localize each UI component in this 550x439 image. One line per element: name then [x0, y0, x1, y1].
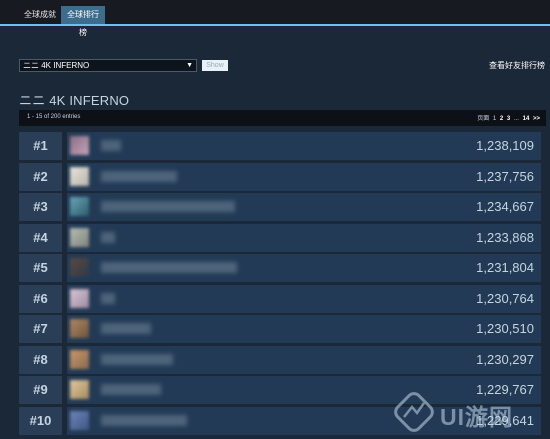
- rank-cell: #10: [19, 406, 62, 435]
- player-name-redacted[interactable]: [101, 353, 173, 365]
- rank-cell: #5: [19, 254, 62, 282]
- player-name-redacted[interactable]: [101, 292, 115, 304]
- watermark: UI游网: [392, 387, 542, 437]
- score: 1,237,756: [476, 168, 534, 184]
- player-name-redacted[interactable]: [101, 201, 235, 212]
- view-friends-leaderboard-link[interactable]: 查看好友排行榜: [489, 60, 545, 71]
- rank-cell: #4: [19, 223, 62, 252]
- chevron-down-icon: ▼: [186, 62, 193, 69]
- player-name-redacted[interactable]: [101, 384, 161, 395]
- rank-cell: #3: [19, 193, 62, 221]
- page-link-2[interactable]: 2: [500, 116, 503, 122]
- player-name-redacted[interactable]: [101, 231, 115, 243]
- avatar[interactable]: [70, 166, 89, 186]
- leaderboard-row: #3 1,234,667: [19, 193, 543, 221]
- avatar[interactable]: [70, 258, 89, 277]
- score: 1,238,109: [476, 138, 534, 153]
- player-name-redacted[interactable]: [101, 170, 177, 182]
- avatar[interactable]: [70, 380, 89, 399]
- player-cell[interactable]: 1,238,109: [67, 132, 541, 160]
- pagination-prefix: 页面: [477, 116, 490, 122]
- player-cell[interactable]: 1,230,764: [67, 284, 541, 313]
- page-next-link[interactable]: >>: [533, 116, 540, 122]
- avatar[interactable]: [70, 136, 89, 155]
- pagination: 页面 1 2 3 ... 14 >>: [475, 113, 540, 122]
- leaderboard-select[interactable]: ニニ 4K INFERNO ▼: [19, 59, 197, 72]
- avatar[interactable]: [70, 227, 89, 247]
- score: 1,230,510: [476, 321, 534, 336]
- leaderboard-row: #6 1,230,764: [19, 284, 543, 313]
- avatar[interactable]: [70, 349, 89, 369]
- leaderboard-row: #7 1,230,510: [19, 315, 543, 343]
- rank-cell: #6: [19, 284, 62, 313]
- avatar[interactable]: [70, 410, 89, 430]
- page-current: 1: [492, 116, 497, 122]
- player-cell[interactable]: 1,231,804: [67, 254, 541, 282]
- watermark-text: UI游网: [440, 404, 513, 430]
- leaderboard-row: #5 1,231,804: [19, 254, 543, 282]
- player-name-redacted[interactable]: [101, 323, 151, 334]
- avatar[interactable]: [70, 319, 89, 338]
- rank-cell: #1: [19, 132, 62, 160]
- show-button[interactable]: Show: [202, 60, 228, 71]
- score: 1,230,297: [476, 351, 534, 367]
- tab-global-leaderboards[interactable]: 全球排行榜: [61, 6, 105, 37]
- top-tab-bar: 全球成就 全球排行榜: [0, 0, 550, 37]
- rank-cell: #9: [19, 376, 62, 404]
- leaderboard-controls: ニニ 4K INFERNO ▼ Show 查看好友排行榜: [19, 59, 546, 73]
- entries-count: 1 - 15 of 200 entries: [27, 114, 81, 120]
- rank-cell: #8: [19, 345, 62, 374]
- rank-cell: #2: [19, 162, 62, 191]
- player-name-redacted[interactable]: [101, 414, 187, 426]
- player-cell[interactable]: 1,230,510: [67, 315, 541, 343]
- rank-cell: #7: [19, 315, 62, 343]
- pagination-bar: 1 - 15 of 200 entries 页面 1 2 3 ... 14 >>: [19, 110, 546, 126]
- pagination-ellipsis: ...: [513, 116, 519, 122]
- player-cell[interactable]: 1,237,756: [67, 162, 541, 191]
- player-name-redacted[interactable]: [101, 140, 121, 151]
- tab-global-achievements[interactable]: 全球成就: [19, 6, 61, 24]
- leaderboard-row: #4 1,233,868: [19, 223, 543, 252]
- leaderboard-select-value: ニニ 4K INFERNO: [23, 61, 90, 70]
- player-name-redacted[interactable]: [101, 262, 237, 273]
- player-cell[interactable]: 1,230,297: [67, 345, 541, 374]
- score: 1,230,764: [476, 290, 534, 306]
- leaderboard-row: #2 1,237,756: [19, 162, 543, 191]
- score: 1,233,868: [476, 229, 534, 245]
- avatar[interactable]: [70, 288, 89, 308]
- score: 1,234,667: [476, 199, 534, 214]
- avatar[interactable]: [70, 197, 89, 216]
- page-link-3[interactable]: 3: [507, 116, 510, 122]
- leaderboard-row: #1 1,238,109: [19, 132, 543, 160]
- player-cell[interactable]: 1,234,667: [67, 193, 541, 221]
- leaderboard-row: #8 1,230,297: [19, 345, 543, 374]
- page-link-last[interactable]: 14: [523, 116, 530, 122]
- player-cell[interactable]: 1,233,868: [67, 223, 541, 252]
- score: 1,231,804: [476, 260, 534, 275]
- leaderboard-title: ニニ 4K INFERNO: [19, 93, 130, 108]
